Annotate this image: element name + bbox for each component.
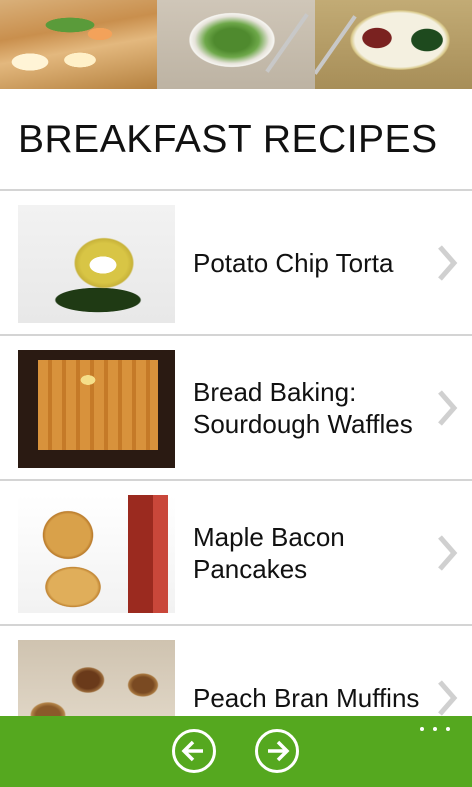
- banner-sandwich-photo: [0, 0, 157, 89]
- back-button[interactable]: [172, 729, 216, 773]
- page-title: BREAKFAST RECIPES: [18, 118, 438, 161]
- recipe-title: Maple Bacon Pancakes: [193, 521, 345, 584]
- list-item[interactable]: Maple Bacon Pancakes: [0, 481, 472, 624]
- recipe-thumbnail: [18, 205, 175, 323]
- banner-salad-photo: [157, 0, 315, 89]
- chevron-right-icon: [438, 534, 458, 571]
- chevron-right-icon: [438, 244, 458, 281]
- recipe-thumbnail: [18, 495, 175, 613]
- recipe-title: Peach Bran Muffins: [193, 682, 420, 713]
- app-bar: [0, 716, 472, 787]
- chevron-right-icon: [438, 389, 458, 426]
- list-item[interactable]: Bread Baking: Sourdough Waffles: [0, 336, 472, 479]
- recipe-list: Potato Chip Torta Bread Baking: Sourdoug…: [0, 189, 472, 769]
- header-banner: [0, 0, 472, 89]
- recipe-thumbnail: [18, 350, 175, 468]
- arrow-right-icon: [268, 740, 290, 762]
- list-item[interactable]: Potato Chip Torta: [0, 191, 472, 334]
- recipe-title: Potato Chip Torta: [193, 247, 394, 278]
- chevron-right-icon: [438, 679, 458, 716]
- banner-steak-photo: [315, 0, 472, 89]
- recipe-title: Bread Baking: Sourdough Waffles: [193, 376, 413, 439]
- forward-button[interactable]: [255, 729, 299, 773]
- arrow-left-icon: [181, 740, 203, 762]
- more-ellipsis-icon[interactable]: [420, 722, 450, 736]
